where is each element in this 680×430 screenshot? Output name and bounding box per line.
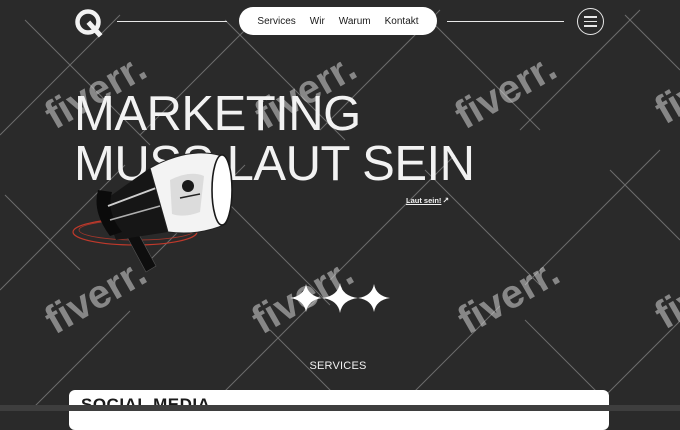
laut-sein-link[interactable]: Laut sein!↗ <box>406 196 449 205</box>
svg-text:fiverr.: fiverr. <box>451 250 567 343</box>
nav-item-wir[interactable]: Wir <box>310 16 325 27</box>
svg-text:fiverr.: fiverr. <box>648 245 680 338</box>
svg-text:fiverr.: fiverr. <box>648 40 680 133</box>
main-navigation: Services Wir Warum Kontakt <box>239 7 437 35</box>
nav-item-warum[interactable]: Warum <box>339 16 371 27</box>
nav-item-services[interactable]: Services <box>257 16 295 27</box>
sparkle-icon <box>284 282 396 314</box>
hamburger-menu-icon[interactable] <box>577 8 604 35</box>
nav-item-kontakt[interactable]: Kontakt <box>385 16 419 27</box>
page-bottom-edge <box>0 405 680 411</box>
services-heading: SERVICES <box>0 360 676 372</box>
megaphone-icon <box>70 140 240 280</box>
arrow-up-right-icon: ↗ <box>442 196 449 205</box>
header-divider-right <box>447 21 564 22</box>
q-logo-icon[interactable] <box>72 6 104 38</box>
hero-line-1: MARKETING <box>74 87 361 141</box>
header-divider-left <box>117 21 227 22</box>
